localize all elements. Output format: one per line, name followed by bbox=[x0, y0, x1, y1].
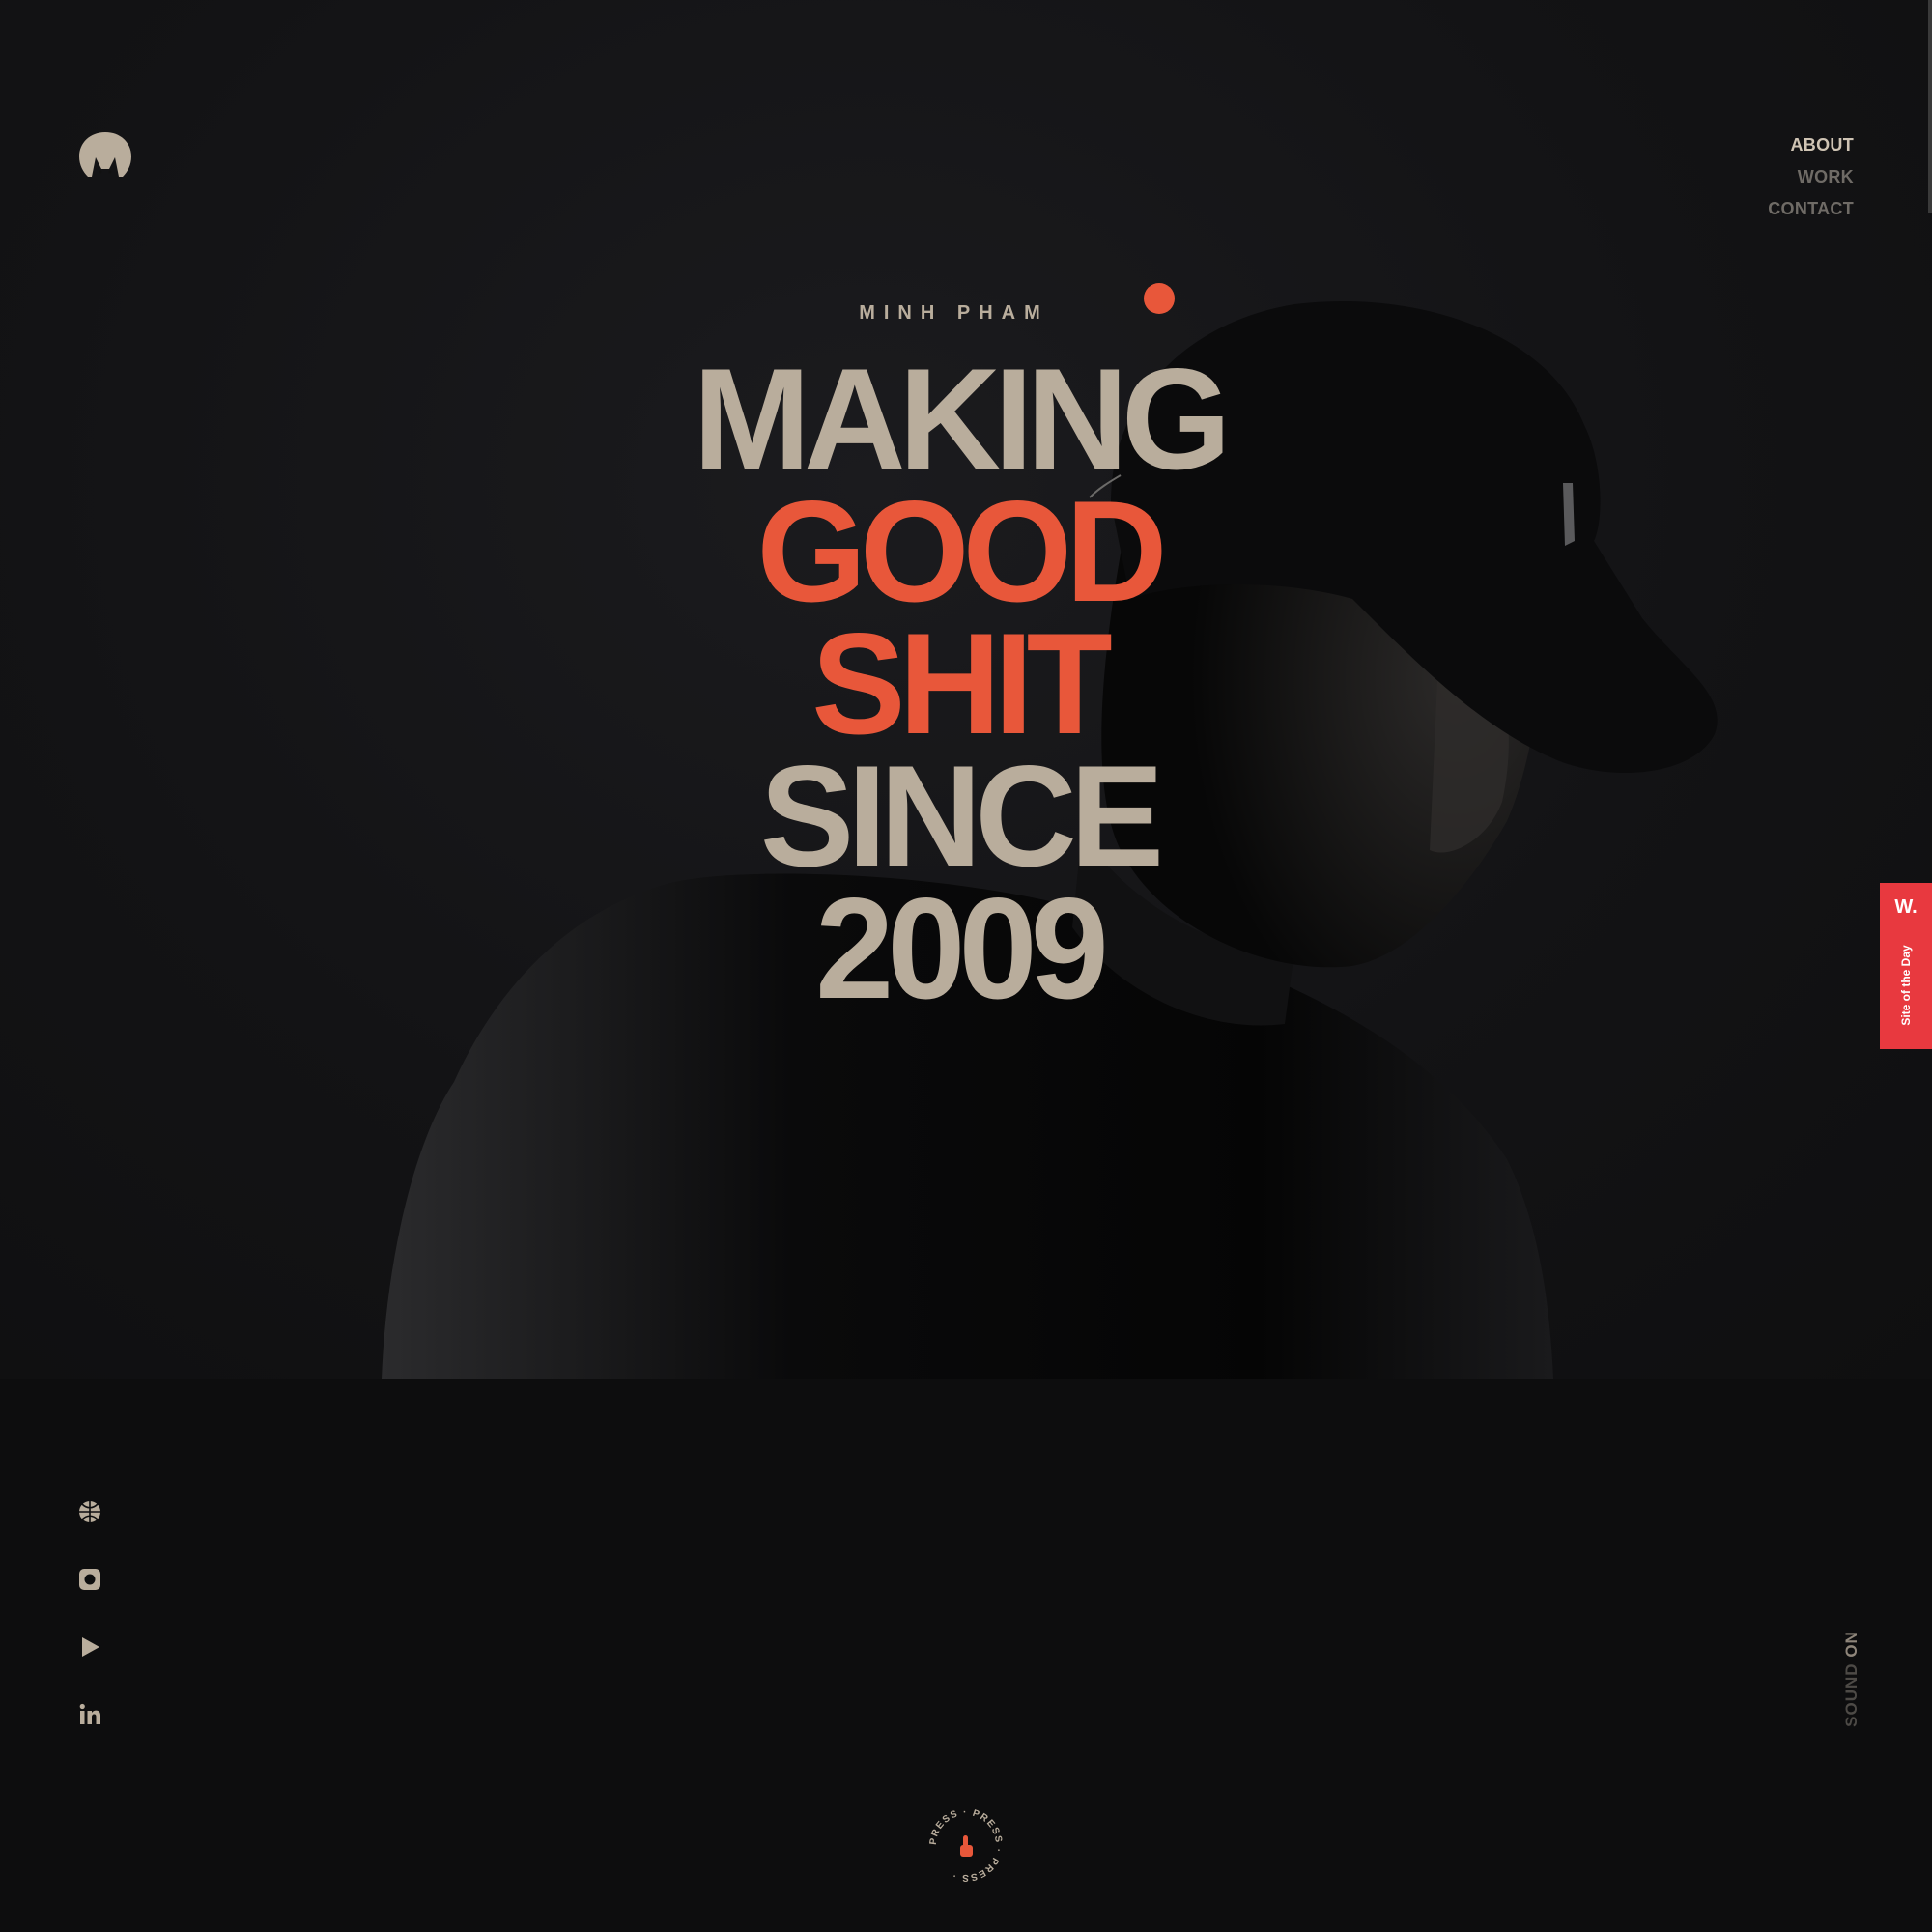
main-nav: ABOUT WORK CONTACT bbox=[1768, 129, 1854, 225]
nav-work-link[interactable]: WORK bbox=[1768, 161, 1854, 193]
accent-dot bbox=[1144, 283, 1175, 314]
nav-about-link[interactable]: ABOUT bbox=[1768, 129, 1854, 161]
badge-label: Site of the Day bbox=[1899, 945, 1913, 1026]
nav-contact-link[interactable]: CONTACT bbox=[1768, 193, 1854, 225]
pointer-hand-icon bbox=[960, 1835, 973, 1857]
social-links bbox=[77, 1499, 102, 1770]
sound-state: ON bbox=[1842, 1631, 1861, 1658]
scrollbar-thumb[interactable] bbox=[1928, 0, 1932, 213]
awwwards-mark: W. bbox=[1894, 896, 1918, 918]
headline-line-good: GOOD bbox=[756, 470, 1167, 632]
author-name: MINH PHAM bbox=[859, 302, 1049, 324]
press-button[interactable]: PRESS · PRESS · PRESS · bbox=[924, 1804, 1008, 1887]
site-of-the-day-badge[interactable]: W. Site of the Day bbox=[1880, 883, 1932, 1049]
hero-headline: MAKING GOOD SHIT SINCE 2009 bbox=[0, 338, 1918, 1029]
linkedin-icon[interactable] bbox=[77, 1702, 102, 1727]
cat-logo-icon[interactable] bbox=[77, 130, 133, 181]
hero-section: ABOUT WORK CONTACT MINH PHAM MAKING GOOD… bbox=[0, 0, 1932, 1379]
sound-label: SOUND bbox=[1842, 1662, 1861, 1727]
page: ABOUT WORK CONTACT MINH PHAM MAKING GOOD… bbox=[0, 0, 1932, 1932]
instagram-icon[interactable] bbox=[77, 1567, 102, 1592]
youtube-icon[interactable] bbox=[77, 1634, 102, 1660]
headline-line-year: 2009 bbox=[815, 867, 1109, 1029]
dribbble-icon[interactable] bbox=[77, 1499, 102, 1524]
headline-line-since: SINCE bbox=[759, 735, 1164, 896]
headline-line-making: MAKING bbox=[693, 338, 1231, 499]
sound-toggle[interactable]: SOUND ON bbox=[1842, 1631, 1861, 1727]
headline-line-shit: SHIT bbox=[811, 603, 1113, 764]
